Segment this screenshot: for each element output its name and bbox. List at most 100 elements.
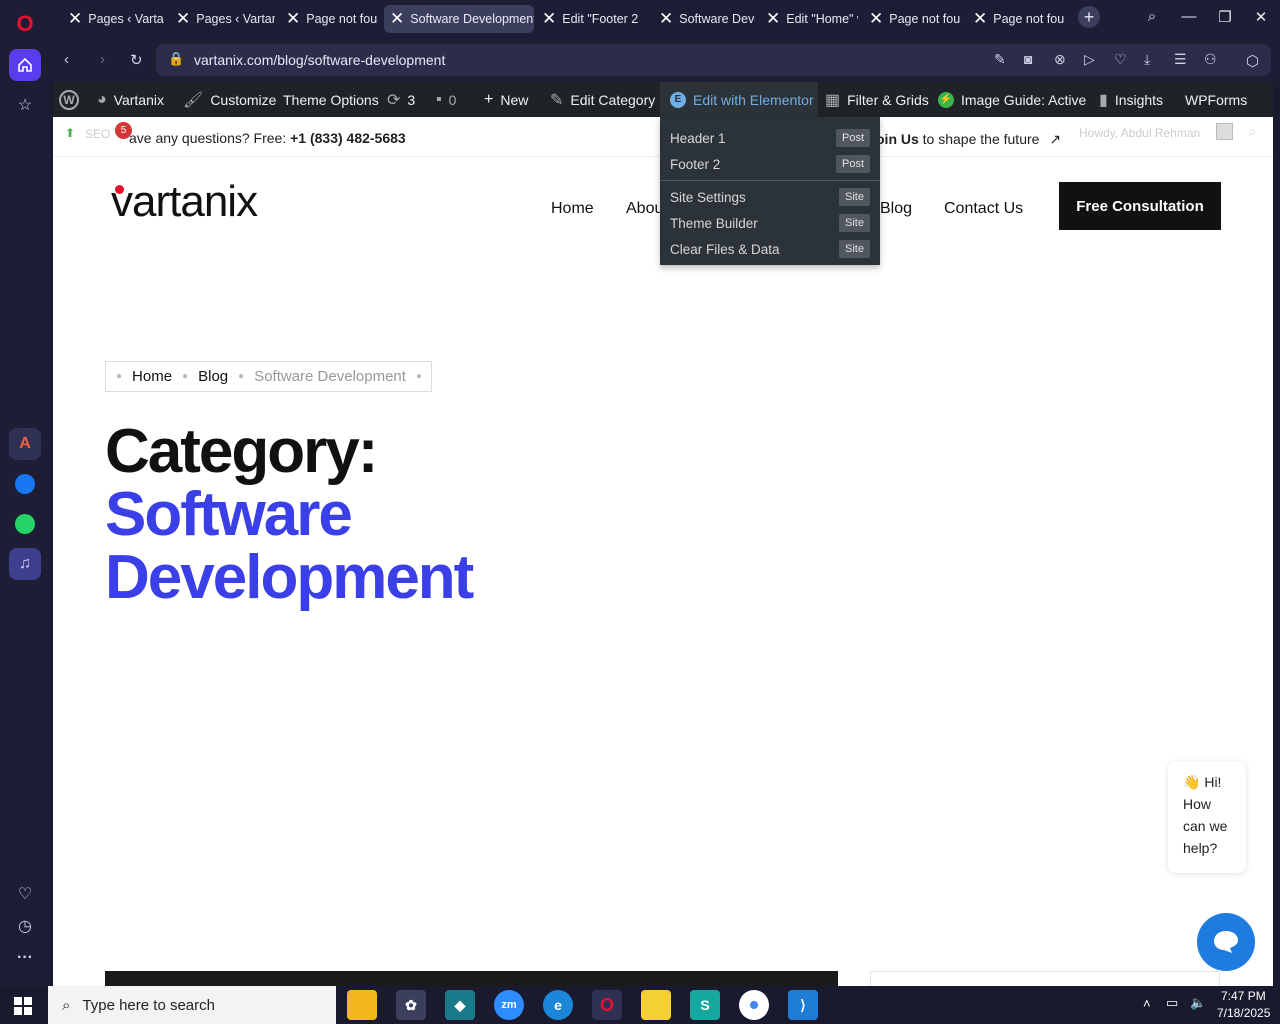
wp-insights[interactable]: ▮ Insights — [1099, 82, 1163, 117]
seo-label[interactable]: SEO — [85, 127, 110, 141]
heart-icon[interactable]: ♡ — [9, 878, 41, 910]
wpforms-label: WPForms — [1185, 91, 1248, 108]
app-icon[interactable]: ◆ — [445, 990, 475, 1020]
close-window-button[interactable]: ✕ — [1249, 8, 1273, 26]
back-icon[interactable]: ‹ — [64, 51, 69, 68]
nav-contact-us[interactable]: Contact Us — [944, 200, 1023, 218]
contact-question: ave any questions? Free: +1 (833) 482-56… — [129, 130, 406, 146]
edge-icon[interactable]: e — [543, 990, 573, 1020]
wp-comments[interactable]: ▪ 0 — [436, 82, 456, 117]
browser-tab[interactable]: ✕ Page not foun — [863, 5, 961, 33]
wp-admin-bar: W ◕ Vartanix 🖌 Customize Theme Options ⟳ 3 … — [53, 82, 1273, 117]
history-icon[interactable]: ◷ — [9, 910, 41, 942]
insights-label: Insights — [1114, 91, 1164, 108]
dropdown-item-badge: Site — [839, 188, 870, 206]
easy-setup-icon[interactable]: ☰ — [1174, 51, 1187, 68]
heart-icon[interactable]: ♡ — [1114, 51, 1127, 68]
home-icon[interactable] — [9, 49, 41, 81]
dropdown-item-site-settings[interactable]: Site Settings Site — [670, 186, 870, 208]
clock-time[interactable]: 7:47 PM — [1221, 989, 1266, 1003]
free-consultation-button[interactable]: Free Consultation — [1059, 182, 1221, 230]
browser-tab[interactable]: ✕ Software Development — [384, 5, 534, 33]
camera-icon[interactable]: ◙ — [1024, 51, 1032, 67]
vscode-icon[interactable]: ⟩ — [788, 990, 818, 1020]
wp-customize[interactable]: 🖌 Customize — [183, 82, 276, 117]
clock-date[interactable]: 7/18/2025 — [1217, 1006, 1270, 1020]
dropdown-item-header-1[interactable]: Header 1 Post — [670, 127, 870, 149]
dropdown-item-clear-files[interactable]: Clear Files & Data Site — [670, 238, 870, 260]
browser-tab[interactable]: ✕ Pages ‹ Vartar — [56, 5, 164, 33]
forward-icon[interactable]: › — [100, 51, 105, 68]
site-favicon-icon: ✕ — [176, 9, 191, 29]
wp-edit-with-elementor[interactable]: E Edit with Elementor — [660, 82, 818, 117]
reload-icon[interactable]: ↻ — [130, 51, 143, 69]
featured-image[interactable] — [105, 971, 838, 986]
profile-icon[interactable]: ⚇ — [1204, 51, 1217, 68]
tray-chevron-icon[interactable]: ˄ — [1143, 996, 1151, 1011]
volume-icon[interactable]: 🔈 — [1190, 995, 1206, 1011]
wp-theme-options[interactable]: Theme Options — [283, 82, 379, 117]
browser-tab[interactable]: ✕ Software Deve — [647, 5, 755, 33]
chat-greeting-bubble[interactable]: 👋 Hi! How can we help? — [1168, 761, 1246, 873]
browser-tab[interactable]: ✕ Pages ‹ Vartan — [170, 5, 275, 33]
wordpress-logo-icon[interactable]: W — [59, 82, 79, 117]
wp-site-name[interactable]: ◕ Vartanix — [97, 82, 164, 117]
network-icon[interactable]: ▭ — [1166, 995, 1178, 1011]
logo-text: vartanix — [111, 177, 258, 226]
minimize-button[interactable]: — — [1177, 8, 1201, 25]
star-icon[interactable]: ☆ — [9, 89, 41, 121]
opera-logo-icon[interactable]: O — [9, 8, 41, 40]
comments-count: 0 — [448, 91, 457, 108]
browser-tab[interactable]: ✕ Page not foun — [280, 5, 378, 33]
adblock-icon[interactable]: ⊗ — [1054, 51, 1066, 68]
tab-label: Page not foun — [306, 12, 378, 26]
paint-icon[interactable]: ✿ — [396, 990, 426, 1020]
phone-number[interactable]: +1 (833) 482-5683 — [290, 130, 406, 146]
edit-icon[interactable]: ✎ — [994, 51, 1006, 68]
windows-start-icon[interactable] — [14, 997, 32, 1015]
seo-icon[interactable]: ⬆ — [65, 126, 75, 140]
zoom-icon[interactable]: zm — [494, 990, 524, 1020]
image-guide-label: Image Guide: Active — [961, 91, 1087, 108]
whatsapp-icon[interactable] — [9, 508, 41, 540]
search-icon[interactable]: ⌕ — [1249, 124, 1256, 140]
opera-icon[interactable]: O — [592, 990, 622, 1020]
aria-icon[interactable]: A — [9, 428, 41, 460]
howdy-label[interactable]: Howdy, Abdul Rehman — [1079, 126, 1200, 140]
wp-filter-grids[interactable]: ▦ Filter & Grids — [825, 82, 929, 117]
search-tabs-icon[interactable]: ⌕ — [1140, 8, 1164, 25]
surfshark-icon[interactable]: S — [690, 990, 720, 1020]
send-icon[interactable]: ▷ — [1084, 51, 1095, 68]
nav-home[interactable]: Home — [551, 200, 594, 218]
maximize-button[interactable]: ❐ — [1213, 8, 1237, 26]
address-bar[interactable]: 🔒 vartanix.com/blog/software-development… — [156, 44, 1271, 76]
dropdown-item-theme-builder[interactable]: Theme Builder Site — [670, 212, 870, 234]
wp-wpforms[interactable]: WPForms — [1185, 82, 1247, 117]
extensions-icon[interactable]: ⬡ — [1246, 52, 1259, 70]
dropdown-item-footer-2[interactable]: Footer 2 Post — [670, 153, 870, 175]
site-logo[interactable]: vartanix — [111, 177, 258, 227]
chrome-icon[interactable] — [739, 990, 769, 1020]
join-us-text[interactable]: oin Us to shape the future ↗ — [876, 131, 1061, 148]
wp-new[interactable]: + New — [484, 82, 528, 117]
file-explorer-icon[interactable] — [347, 990, 377, 1020]
browser-tab[interactable]: ✕ Page not foun — [967, 5, 1065, 33]
browser-tab[interactable]: ✕ Edit "Home" w — [760, 5, 858, 33]
taskbar-search[interactable]: ⌕ Type here to search — [48, 986, 336, 1024]
chat-launcher-button[interactable] — [1197, 913, 1255, 971]
music-player-icon[interactable]: ♫ — [9, 548, 41, 580]
download-icon[interactable]: ⤓ — [1144, 51, 1150, 68]
messenger-icon[interactable] — [9, 468, 41, 500]
wp-updates[interactable]: ⟳ 3 — [387, 82, 415, 117]
avatar[interactable] — [1216, 123, 1233, 140]
wp-image-guide[interactable]: ⚡ Image Guide: Active — [938, 82, 1086, 117]
wp-edit-category[interactable]: ✎ Edit Category — [550, 82, 655, 117]
breadcrumb-blog[interactable]: Blog — [198, 368, 228, 385]
nav-blog[interactable]: Blog — [880, 200, 912, 218]
more-icon[interactable]: ··· — [9, 942, 41, 974]
nav-about[interactable]: Abou — [626, 200, 663, 218]
sticky-notes-icon[interactable] — [641, 990, 671, 1020]
browser-tab[interactable]: ✕ Edit "Footer 2 — [536, 5, 641, 33]
breadcrumb-home[interactable]: Home — [132, 368, 172, 385]
new-tab-button[interactable]: + — [1078, 6, 1100, 28]
